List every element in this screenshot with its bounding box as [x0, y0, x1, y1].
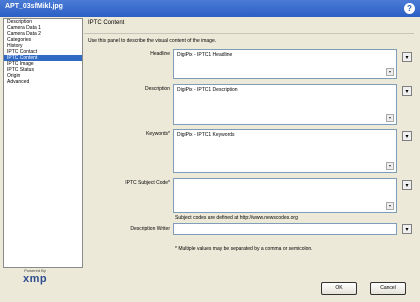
keywords-dropdown-button[interactable]: ▾ [402, 131, 412, 141]
titlebar: APT_03sfMikl.jpg ? [0, 0, 420, 17]
headline-label: Headline [150, 51, 170, 57]
description-writer-field[interactable] [173, 223, 397, 235]
description-writer-label: Description Writer [130, 226, 170, 232]
description-dropdown-button[interactable]: ▾ [402, 86, 412, 96]
subject-code-dropdown-button[interactable]: ▾ [402, 180, 412, 190]
headline-value: DigiPix - IPTC1 Headline [177, 52, 233, 58]
window-title: APT_03sfMikl.jpg [5, 3, 63, 10]
description-writer-dropdown-button[interactable]: ▾ [402, 224, 412, 234]
headline-field[interactable]: DigiPix - IPTC1 Headline ▾ [173, 49, 397, 79]
cancel-button[interactable]: Cancel [370, 282, 406, 295]
keywords-value: DigiPix - IPTC1 Keywords [177, 132, 235, 138]
xmp-logo: Powered By xmp [23, 268, 47, 285]
ok-button[interactable]: OK [321, 282, 357, 295]
description-field[interactable]: DigiPix - IPTC1 Description ▾ [173, 84, 397, 125]
sidebar: Description Camera Data 1 Camera Data 2 … [3, 18, 83, 268]
scroll-down-icon[interactable]: ▾ [386, 162, 394, 170]
panel-description: Use this panel to describe the visual co… [88, 38, 217, 44]
description-label: Description [144, 86, 170, 92]
sidebar-item-advanced[interactable]: Advanced [4, 79, 82, 85]
panel-title: IPTC Content [88, 20, 125, 26]
keywords-field[interactable]: DigiPix - IPTC1 Keywords ▾ [173, 129, 397, 173]
headline-dropdown-button[interactable]: ▾ [402, 52, 412, 62]
panel-divider [84, 33, 414, 34]
scroll-down-icon[interactable]: ▾ [386, 114, 394, 122]
keywords-label: Keywords* [146, 131, 170, 137]
multiple-values-note: * Multiple values may be separated by a … [175, 246, 313, 252]
help-icon[interactable]: ? [404, 3, 415, 14]
subject-code-label: IPTC Subject Code* [125, 180, 170, 186]
subject-codes-note: Subject codes are defined at http://www.… [175, 215, 298, 221]
description-value: DigiPix - IPTC1 Description [177, 87, 238, 93]
scroll-down-icon[interactable]: ▾ [386, 202, 394, 210]
xmp-brand: xmp [23, 273, 48, 285]
scroll-down-icon[interactable]: ▾ [386, 68, 394, 76]
subject-code-field[interactable]: ▾ [173, 178, 397, 213]
